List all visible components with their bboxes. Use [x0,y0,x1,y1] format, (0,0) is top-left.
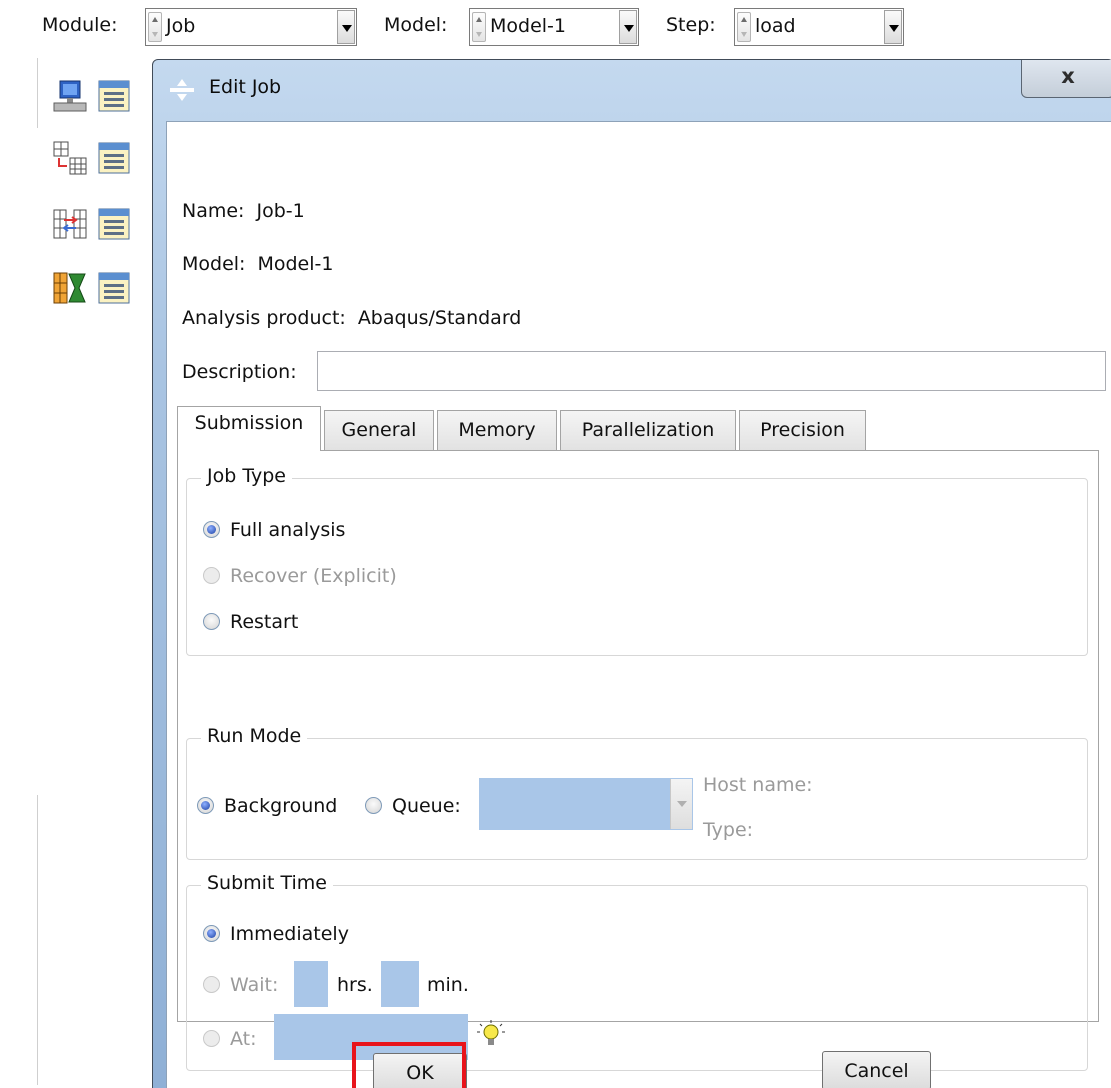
toolbox-divider [37,58,38,128]
submit-time-title: Submit Time [201,872,333,894]
wait-minutes-input[interactable] [381,961,419,1007]
adaptivity-manager-icon[interactable] [96,140,132,176]
model-value: Model-1 [257,253,334,275]
job-manager-icon[interactable] [96,78,132,114]
radio-at: At: [203,1028,257,1050]
chevron-down-icon[interactable] [337,10,355,44]
radio-label: Background [224,795,338,817]
name-value: Job-1 [256,200,305,222]
queue-select[interactable] [479,778,693,830]
model-label: Model: [384,14,448,36]
description-input[interactable] [317,351,1106,391]
radio-queue[interactable]: Queue: [365,795,461,817]
radio-full-analysis[interactable]: Full analysis [203,519,345,541]
co-execution-create-icon[interactable] [52,206,88,242]
optimization-create-icon[interactable] [52,270,88,306]
description-label: Description: [182,361,297,383]
tab-general[interactable]: General [324,410,434,450]
hrs-label: hrs. [337,974,373,996]
cancel-button[interactable]: Cancel [822,1051,931,1088]
tab-memory[interactable]: Memory [437,410,557,450]
analysis-product-row: Analysis product: Abaqus/Standard [182,307,521,329]
model-row: Model: Model-1 [182,253,333,275]
radio-label: Wait: [230,974,279,996]
wait-hours-input[interactable] [294,961,328,1007]
radio-label: Recover (Explicit) [230,565,397,587]
spin-icon[interactable] [737,12,751,42]
step-combo[interactable]: load [734,8,904,46]
ok-highlight-box [352,1042,466,1088]
dialog-body: Name: Job-1 Model: Model-1 Analysis produc… [166,121,1111,1088]
lightbulb-icon[interactable] [477,1020,505,1050]
tab-submission[interactable]: Submission [177,406,321,451]
dialog-app-icon [169,77,195,103]
radio-recover-explicit: Recover (Explicit) [203,565,397,587]
radio-label: At: [230,1028,257,1050]
name-label: Name: [182,200,245,222]
submit-time-group: Submit Time Immediately Wait: hrs. min. … [186,872,1088,1071]
edit-job-dialog: Edit Job x Name: Job-1 Model: Model-1 Anal… [152,59,1111,1088]
step-label: Step: [666,14,716,36]
module-value: Job [166,15,196,37]
host-name-label: Host name: [703,774,813,796]
model-label: Model: [182,253,246,275]
tab-parallelization[interactable]: Parallelization [560,410,736,450]
type-label: Type: [703,819,754,841]
radio-button [203,976,220,993]
radio-button[interactable] [203,521,220,538]
radio-label: Queue: [392,795,461,817]
submission-tab-page: Job Type Full analysis Recover (Explicit… [177,450,1099,1071]
job-name-row: Name: Job-1 [182,200,305,222]
model-combo[interactable]: Model-1 [469,8,639,46]
analysis-product-value: Abaqus/Standard [357,307,522,329]
radio-background[interactable]: Background [197,795,337,817]
step-value: load [755,15,796,37]
radio-button [203,1030,220,1047]
analysis-product-label: Analysis product: [182,307,346,329]
close-icon: x [1061,64,1075,88]
radio-button[interactable] [197,797,214,814]
job-create-icon[interactable] [52,78,88,114]
radio-label: Immediately [230,923,349,945]
chevron-down-icon[interactable] [619,10,637,44]
radio-button[interactable] [203,925,220,942]
job-type-group: Job Type Full analysis Recover (Explicit… [186,465,1088,656]
spin-icon[interactable] [148,12,162,42]
optimization-manager-icon[interactable] [96,270,132,306]
chevron-down-icon[interactable] [670,779,692,829]
min-label: min. [427,974,469,996]
radio-button [203,567,220,584]
radio-button[interactable] [203,613,220,630]
close-button[interactable]: x [1021,60,1111,98]
job-type-title: Job Type [201,465,292,487]
context-bar: Module: Job Model: Model-1 Step: load [0,0,1111,56]
dialog-title: Edit Job [209,76,282,98]
run-mode-title: Run Mode [201,725,308,747]
run-mode-group: Run Mode Background Queue: Host name: Ty… [186,725,1088,860]
chevron-down-icon[interactable] [884,10,902,44]
adaptivity-create-icon[interactable] [52,140,88,176]
module-label: Module: [42,14,118,36]
radio-restart[interactable]: Restart [203,611,298,633]
toolbox-divider [37,795,38,1085]
radio-label: Full analysis [230,519,346,541]
radio-wait: Wait: [203,974,278,996]
radio-label: Restart [230,611,299,633]
radio-immediately[interactable]: Immediately [203,923,349,945]
spin-icon[interactable] [472,12,486,42]
tab-precision[interactable]: Precision [739,410,866,450]
radio-button[interactable] [365,797,382,814]
module-combo[interactable]: Job [145,8,357,46]
model-value: Model-1 [490,15,566,37]
co-execution-manager-icon[interactable] [96,206,132,242]
